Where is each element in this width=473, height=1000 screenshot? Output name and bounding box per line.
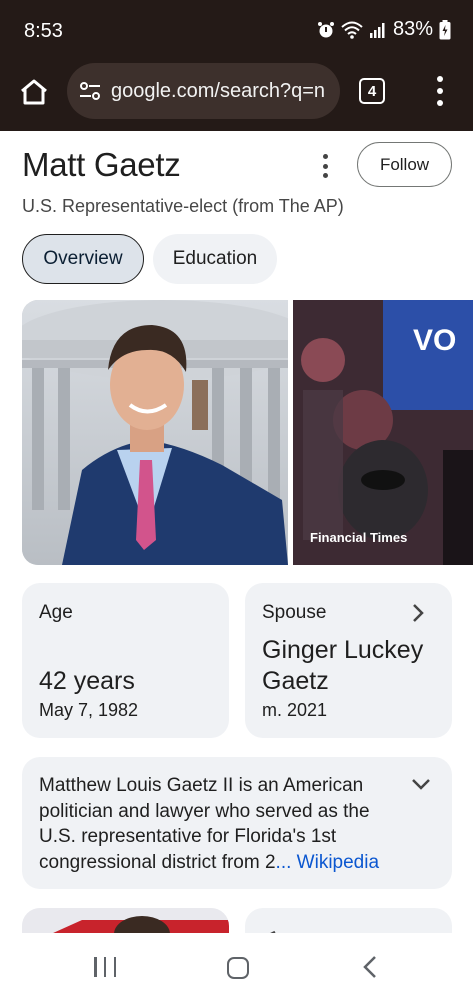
wikipedia-link[interactable]: ... Wikipedia	[276, 852, 379, 873]
summary-card[interactable]: Matthew Louis Gaetz II is an American po…	[22, 757, 452, 889]
age-detail: May 7, 1982	[39, 700, 139, 720]
browser-toolbar: google.com/search?q=n 4	[0, 60, 473, 131]
age-value: 42 years	[39, 667, 135, 695]
battery-percent: 83%	[392, 18, 433, 40]
system-nav-bar	[0, 933, 473, 1000]
news-image[interactable]: VO Financial Times	[293, 300, 473, 565]
alarm-icon	[317, 21, 334, 37]
more-vert-icon[interactable]	[430, 76, 450, 106]
status-bar: 8:53 83%	[0, 0, 473, 60]
battery-icon	[439, 19, 451, 39]
spouse-label: Spouse	[262, 602, 327, 623]
tab-overview[interactable]: Overview	[22, 234, 144, 284]
back-icon[interactable]	[362, 955, 378, 979]
summary-paragraph: Matthew Louis Gaetz II is an American po…	[39, 773, 409, 875]
entity-more-icon[interactable]	[316, 154, 334, 178]
spouse-value-line2: Gaetz	[262, 667, 329, 695]
tab-education[interactable]: Education	[153, 234, 277, 284]
age-label: Age	[39, 602, 73, 623]
signal-icon	[369, 22, 385, 38]
tune-icon[interactable]	[79, 80, 101, 102]
wifi-icon	[341, 21, 363, 39]
tabs-button[interactable]: 4	[359, 78, 385, 104]
spouse-card[interactable]: Spouse Ginger Luckey Gaetz m. 2021	[245, 583, 452, 738]
spouse-value-line1: Ginger Luckey	[262, 636, 424, 664]
image-caption: Financial Times	[310, 530, 408, 545]
chip-label: Education	[172, 248, 258, 269]
chip-label: Overview	[43, 248, 123, 269]
url-text: google.com/search?q=n	[111, 79, 326, 102]
follow-button[interactable]: Follow	[357, 142, 452, 187]
recent-apps-icon[interactable]	[94, 957, 116, 977]
browser-chrome: 8:53 83% google.com/search?q=n 4	[0, 0, 473, 131]
home-nav-icon[interactable]	[227, 957, 249, 979]
tab-count: 4	[367, 82, 377, 100]
entity-description: U.S. Representative-elect (from The AP)	[22, 196, 344, 216]
age-card[interactable]: Age 42 years May 7, 1982	[22, 583, 229, 738]
address-bar[interactable]: google.com/search?q=n	[67, 63, 340, 119]
crowd-illustration: VO	[293, 300, 473, 565]
portrait-image[interactable]	[22, 300, 288, 565]
chevron-down-icon[interactable]	[410, 775, 432, 793]
home-button[interactable]	[17, 75, 51, 109]
chevron-right-icon	[413, 604, 424, 622]
portrait-illustration	[22, 300, 288, 565]
status-time: 8:53	[24, 20, 63, 42]
follow-label: Follow	[379, 154, 430, 174]
svg-text:VO: VO	[413, 324, 456, 357]
status-icons: 83%	[317, 18, 451, 41]
entity-title: Matt Gaetz	[22, 146, 181, 183]
spouse-detail: m. 2021	[262, 700, 328, 720]
home-icon	[21, 79, 47, 105]
